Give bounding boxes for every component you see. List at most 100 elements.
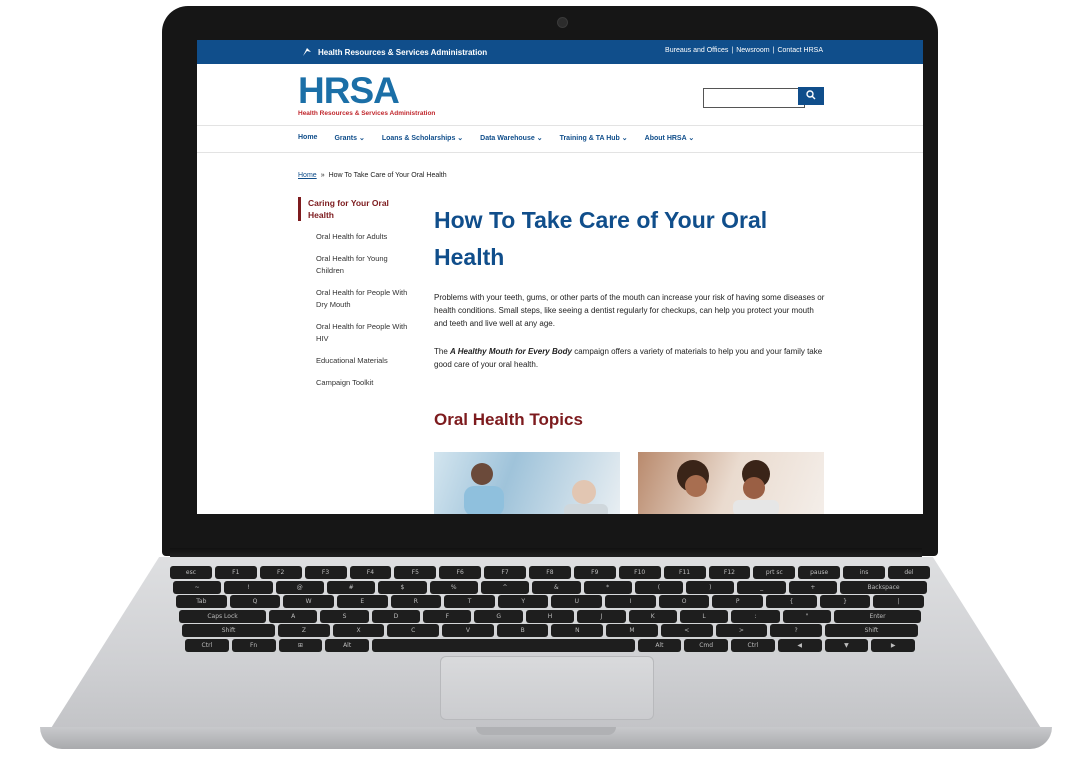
nav-grants[interactable]: Grants ⌄ <box>334 134 364 142</box>
keyboard-key[interactable]: ▶ <box>871 638 915 652</box>
keyboard-key[interactable]: * <box>583 580 632 594</box>
keyboard-key[interactable]: ▼ <box>824 638 869 652</box>
keyboard-key[interactable]: ins <box>843 566 885 579</box>
keyboard-key[interactable]: F10 <box>618 566 661 579</box>
sidebar-item-active[interactable]: Caring for Your Oral Health <box>298 197 408 221</box>
keyboard-key[interactable]: F5 <box>394 566 437 579</box>
keyboard-key[interactable]: % <box>429 580 478 594</box>
keyboard-key[interactable]: G <box>474 609 523 623</box>
link-contact-hrsa[interactable]: Contact HRSA <box>777 47 823 54</box>
keyboard-key[interactable]: R <box>390 595 442 608</box>
keyboard-key[interactable]: F7 <box>484 566 526 579</box>
keyboard-key[interactable]: Ctrl <box>731 638 775 652</box>
keyboard-key[interactable]: W <box>283 595 334 608</box>
sidebar-item-campaign-toolkit[interactable]: Campaign Toolkit <box>298 377 408 389</box>
keyboard-key[interactable]: ^ <box>480 580 530 594</box>
keyboard-key[interactable]: _ <box>737 580 786 594</box>
keyboard-key[interactable]: Caps Lock <box>179 609 267 623</box>
keyboard-key[interactable]: F12 <box>708 566 751 579</box>
keyboard-key[interactable]: Y <box>497 595 549 608</box>
link-newsroom[interactable]: Newsroom <box>736 47 769 54</box>
keyboard-key[interactable]: U <box>551 595 603 608</box>
keyboard-key[interactable]: Ctrl <box>185 638 229 652</box>
keyboard-key[interactable]: + <box>788 580 838 594</box>
keyboard-key[interactable]: B <box>496 624 549 637</box>
keyboard-key[interactable]: S <box>320 609 369 623</box>
keyboard-key[interactable]: F11 <box>663 566 706 579</box>
keyboard-key[interactable]: P <box>712 595 764 608</box>
search-input[interactable] <box>703 88 805 108</box>
keyboard-key[interactable]: del <box>888 566 930 579</box>
agency-banner[interactable]: Health Resources & Services Administrati… <box>301 46 487 58</box>
nav-loans-scholarships[interactable]: Loans & Scholarships ⌄ <box>382 134 463 142</box>
keyboard-key[interactable]: F6 <box>439 566 482 579</box>
keyboard-key[interactable]: F4 <box>349 566 392 579</box>
keyboard-key[interactable]: Backspace <box>840 580 928 594</box>
keyboard-key[interactable]: H <box>525 609 575 623</box>
keyboard-key[interactable]: Alt <box>325 638 369 652</box>
keyboard-key[interactable]: M <box>606 624 658 637</box>
topic-card-image-adults[interactable] <box>434 452 620 514</box>
keyboard-key[interactable]: # <box>326 580 376 594</box>
keyboard-key[interactable]: { <box>766 595 817 608</box>
keyboard-key[interactable]: Q <box>229 595 281 608</box>
keyboard-key[interactable]: Shift <box>182 624 276 637</box>
keyboard-key[interactable]: } <box>819 595 871 608</box>
keyboard-key[interactable]: ⊞ <box>278 638 323 652</box>
keyboard-key[interactable]: O <box>658 595 710 608</box>
keyboard-key[interactable]: ? <box>770 624 822 637</box>
keyboard-key[interactable]: ! <box>224 580 273 594</box>
nav-training-ta-hub[interactable]: Training & TA Hub ⌄ <box>560 134 628 142</box>
keyboard-key[interactable]: F8 <box>529 566 571 579</box>
keyboard-key[interactable]: L <box>679 609 729 623</box>
keyboard-key[interactable]: J <box>577 609 626 623</box>
trackpad[interactable] <box>440 656 654 720</box>
link-bureaus-offices[interactable]: Bureaus and Offices <box>665 47 728 54</box>
keyboard-key[interactable]: X <box>332 624 385 637</box>
keyboard-key[interactable]: A <box>269 609 318 623</box>
keyboard-key[interactable]: Fn <box>231 638 276 652</box>
keyboard-key[interactable]: C <box>387 624 440 637</box>
keyboard-key[interactable]: ~ <box>173 580 222 594</box>
topic-card-image-young-children[interactable] <box>638 452 824 514</box>
keyboard-key[interactable]: ( <box>634 580 684 594</box>
keyboard-key[interactable]: E <box>336 595 388 608</box>
keyboard-key[interactable]: | <box>873 595 924 608</box>
keyboard-key[interactable]: I <box>605 595 656 608</box>
keyboard-key[interactable]: $ <box>378 580 427 594</box>
keyboard-key[interactable]: " <box>782 609 831 623</box>
keyboard-key[interactable]: prt sc <box>753 566 796 579</box>
sidebar-item-young-children[interactable]: Oral Health for Young Children <box>298 253 408 277</box>
keyboard-key[interactable]: Shift <box>824 624 918 637</box>
keyboard-key[interactable]: V <box>442 624 494 637</box>
search-button[interactable] <box>798 87 824 105</box>
nav-home[interactable]: Home <box>298 134 317 142</box>
keyboard-key[interactable]: : <box>731 609 780 623</box>
keyboard-key[interactable]: ◀ <box>777 638 822 652</box>
keyboard-key[interactable]: Alt <box>637 638 682 652</box>
keyboard-key[interactable]: F3 <box>304 566 347 579</box>
keyboard-key[interactable]: esc <box>170 566 212 579</box>
keyboard-key[interactable] <box>372 638 635 652</box>
hrsa-logo[interactable]: HRSA Health Resources & Services Adminis… <box>298 72 435 117</box>
nav-data-warehouse[interactable]: Data Warehouse ⌄ <box>480 134 542 142</box>
keyboard-key[interactable]: F9 <box>573 566 616 579</box>
sidebar-item-dry-mouth[interactable]: Oral Health for People With Dry Mouth <box>298 287 408 311</box>
keyboard-key[interactable]: F1 <box>214 566 257 579</box>
keyboard-key[interactable]: F2 <box>259 566 302 579</box>
campaign-name[interactable]: A Healthy Mouth for Every Body <box>450 347 572 356</box>
sidebar-item-hiv[interactable]: Oral Health for People With HIV <box>298 321 408 345</box>
keyboard-key[interactable]: K <box>628 609 677 623</box>
keyboard-key[interactable]: F <box>423 609 472 623</box>
keyboard-key[interactable]: pause <box>798 566 841 579</box>
keyboard-key[interactable]: > <box>715 624 768 637</box>
sidebar-item-educational-materials[interactable]: Educational Materials <box>298 355 408 367</box>
sidebar-item-adults[interactable]: Oral Health for Adults <box>298 231 408 243</box>
keyboard-key[interactable]: Cmd <box>684 638 728 652</box>
nav-about-hrsa[interactable]: About HRSA ⌄ <box>645 134 695 142</box>
breadcrumb-home[interactable]: Home <box>298 172 317 179</box>
keyboard-key[interactable]: < <box>660 624 713 637</box>
keyboard-key[interactable]: Z <box>278 624 330 637</box>
keyboard-key[interactable]: & <box>532 580 581 594</box>
keyboard-key[interactable]: T <box>444 595 495 608</box>
